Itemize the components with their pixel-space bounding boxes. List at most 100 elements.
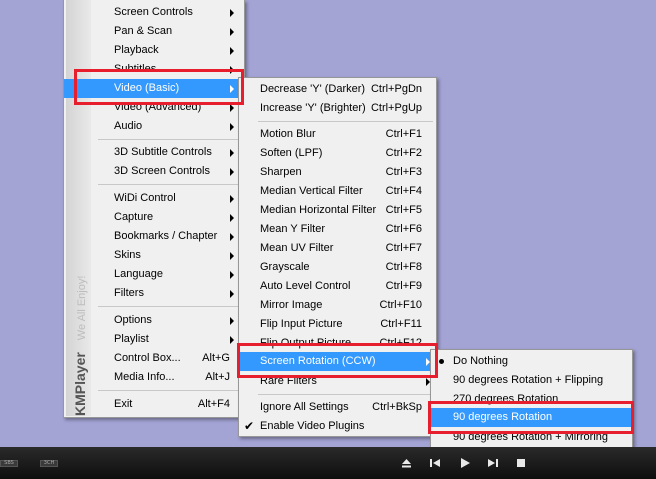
menu-item-shortcut: Ctrl+F1 [385,128,422,140]
menu-separator [98,390,240,391]
menu-item-video-advanced[interactable]: Video (Advanced) [64,98,244,117]
menu-item-control-box[interactable]: Control Box... Alt+G [64,349,244,368]
menu-item-screen-controls[interactable]: Screen Controls [64,3,244,22]
menu-item-options[interactable]: Options [64,311,244,330]
menu-item-label: Language [114,268,163,280]
submenu-arrow-icon [230,149,234,157]
screen-rotation-submenu: Do Nothing 90 degrees Rotation + Flippin… [430,349,633,448]
menu-item-label: Sharpen [260,166,302,178]
menu-item-shortcut: Ctrl+F4 [385,185,422,197]
submenu-arrow-icon [230,271,234,279]
menu-item-playlist[interactable]: Playlist [64,330,244,349]
submenu-arrow-icon [230,9,234,17]
menu-item-bookmarks-chapter[interactable]: Bookmarks / Chapter [64,227,244,246]
submenu-arrow-icon [230,85,234,93]
menu-item-flip-output-picture[interactable]: Flip Output Picture Ctrl+F12 [239,334,436,353]
submenu-arrow-icon [230,290,234,298]
menu-item-shortcut: Ctrl+F6 [385,223,422,235]
menu-item-90-rotation-mirroring[interactable]: 90 degrees Rotation + Mirroring [431,428,632,447]
menu-item-video-basic[interactable]: Video (Basic) [64,79,244,98]
menu-item-mean-uv-filter[interactable]: Mean UV Filter Ctrl+F7 [239,239,436,258]
menu-item-3d-subtitle-controls[interactable]: 3D Subtitle Controls [64,143,244,162]
menu-item-label: Exit [114,398,133,410]
menu-item-label: Mirror Image [260,299,323,311]
menu-item-flip-input-picture[interactable]: Flip Input Picture Ctrl+F11 [239,315,436,334]
menu-item-label: 3D Screen Controls [114,165,210,177]
menu-item-do-nothing[interactable]: Do Nothing [431,352,632,371]
menu-item-label: Median Vertical Filter [260,185,363,197]
menu-item-grayscale[interactable]: Grayscale Ctrl+F8 [239,258,436,277]
menu-item-widi-control[interactable]: WiDi Control [64,189,244,208]
menu-item-label: Media Info... [114,371,175,383]
submenu-arrow-icon [230,317,234,325]
menu-item-shortcut: Ctrl+PgUp [370,102,422,114]
menu-item-3d-screen-controls[interactable]: 3D Screen Controls [64,162,244,181]
menu-item-exit[interactable]: Exit Alt+F4 [64,395,244,414]
menu-item-label: Mean Y Filter [260,223,326,235]
menu-item-sharpen[interactable]: Sharpen Ctrl+F3 [239,163,436,182]
menu-item-label: Median Horizontal Filter [260,204,377,216]
menu-item-mean-y-filter[interactable]: Mean Y Filter Ctrl+F6 [239,220,436,239]
next-icon[interactable] [487,457,499,469]
menu-item-label: 90 degrees Rotation + Flipping [453,374,604,386]
menu-item-media-info[interactable]: Media Info... Alt+J [64,368,244,387]
main-context-menu: KMPlayerWe All Enjoy! Screen Controls Pa… [63,0,245,418]
menu-item-median-vertical-filter[interactable]: Median Vertical Filter Ctrl+F4 [239,182,436,201]
menu-item-label: Video (Advanced) [114,101,202,113]
menu-item-shortcut: Ctrl+F8 [385,261,422,273]
menu-item-shortcut: Ctrl+F12 [379,337,423,349]
sbs-badge[interactable]: SBS [0,460,18,467]
menu-item-label: Increase 'Y' (Brighter) [260,102,366,114]
previous-icon[interactable] [429,457,441,469]
menu-item-label: Playback [114,44,159,56]
menu-item-motion-blur[interactable]: Motion Blur Ctrl+F1 [239,125,436,144]
menu-item-mirror-image[interactable]: Mirror Image Ctrl+F10 [239,296,436,315]
menu-item-shortcut: Ctrl+F11 [380,318,422,330]
menu-item-shortcut: Ctrl+F9 [385,280,422,292]
menu-item-90-rotation[interactable]: 90 degrees Rotation [431,408,632,427]
menu-item-label: Pan & Scan [114,25,173,37]
submenu-arrow-icon [230,168,234,176]
menu-item-pan-scan[interactable]: Pan & Scan [64,22,244,41]
menu-item-label: Control Box... [114,352,181,364]
menu-item-270-rotation[interactable]: 270 degrees Rotation [431,390,632,409]
menu-item-audio[interactable]: Audio [64,117,244,136]
submenu-arrow-icon [230,66,234,74]
menu-separator [98,139,240,140]
menu-item-label: Subtitles [114,63,157,75]
menu-item-label: Screen Rotation (CCW) [260,355,376,367]
menu-item-enable-video-plugins[interactable]: ✔ Enable Video Plugins [239,417,436,436]
menu-item-label: Skins [114,249,141,261]
menu-item-capture[interactable]: Capture [64,208,244,227]
menu-item-language[interactable]: Language [64,265,244,284]
stop-icon[interactable] [516,457,526,469]
eject-icon[interactable] [401,457,412,469]
menu-item-skins[interactable]: Skins [64,246,244,265]
menu-item-label: Flip Output Picture [260,337,352,349]
menu-item-screen-rotation[interactable]: Screen Rotation (CCW) [239,352,436,371]
channel-badge[interactable]: 3CH [40,460,58,467]
menu-item-label: Filters [114,287,144,299]
menu-item-rare-filters[interactable]: Rare Filters [239,372,436,391]
submenu-arrow-icon [230,336,234,344]
submenu-arrow-icon [230,104,234,112]
menu-item-label: Rare Filters [260,375,317,387]
menu-item-label: Screen Controls [114,6,193,18]
menu-item-filters[interactable]: Filters [64,284,244,303]
menu-item-shortcut: Ctrl+F10 [379,299,423,311]
menu-item-ignore-all-settings[interactable]: Ignore All Settings Ctrl+BkSp [239,398,436,417]
menu-separator [98,306,240,307]
menu-item-shortcut: Ctrl+F5 [385,204,422,216]
menu-item-soften[interactable]: Soften (LPF) Ctrl+F2 [239,144,436,163]
menu-item-shortcut: Alt+F4 [197,398,230,410]
menu-item-label: Playlist [114,333,149,345]
menu-item-90-rotation-flipping[interactable]: 90 degrees Rotation + Flipping [431,371,632,390]
menu-item-playback[interactable]: Playback [64,41,244,60]
menu-item-median-horizontal-filter[interactable]: Median Horizontal Filter Ctrl+F5 [239,201,436,220]
menu-item-increase-y[interactable]: Increase 'Y' (Brighter) Ctrl+PgUp [239,99,436,118]
menu-item-shortcut: Alt+J [205,371,230,383]
menu-item-subtitles[interactable]: Subtitles [64,60,244,79]
play-icon[interactable] [459,457,471,469]
menu-item-decrease-y[interactable]: Decrease 'Y' (Darker) Ctrl+PgDn [239,80,436,99]
menu-item-auto-level-control[interactable]: Auto Level Control Ctrl+F9 [239,277,436,296]
